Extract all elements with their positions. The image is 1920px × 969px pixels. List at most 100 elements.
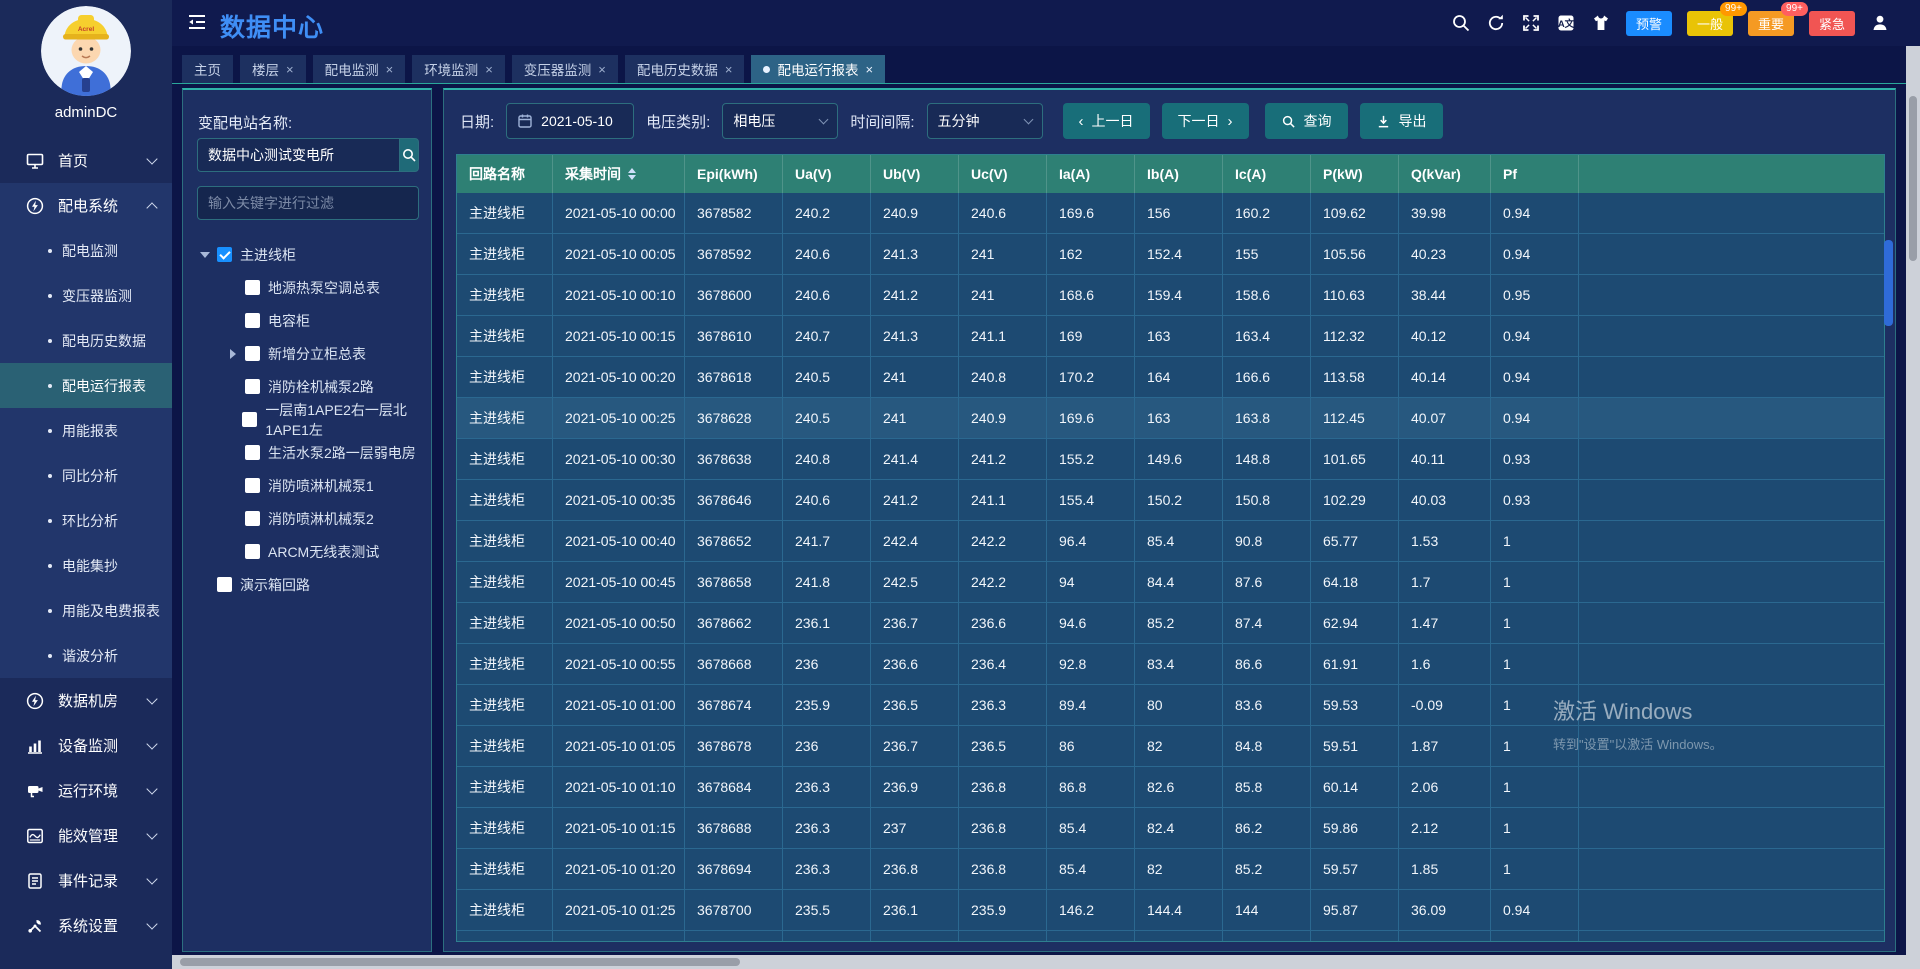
date-picker[interactable]: 2021-05-10 — [506, 103, 634, 139]
table-scrollbar-thumb[interactable] — [1884, 240, 1893, 326]
sidebar-item-配电系统[interactable]: 配电系统 — [0, 183, 172, 228]
tab-主页[interactable]: 主页 — [182, 55, 233, 83]
tree-node-地源热泵空调总表[interactable]: 地源热泵空调总表 — [183, 271, 431, 304]
sidebar-subitem-配电运行报表[interactable]: 配电运行报表 — [0, 363, 172, 408]
checkbox[interactable] — [245, 478, 260, 493]
tree-node-演示箱回路[interactable]: 演示箱回路 — [183, 568, 431, 601]
sidebar-subitem-用能报表[interactable]: 用能报表 — [0, 408, 172, 453]
tab-配电监测[interactable]: 配电监测× — [313, 55, 406, 83]
table-row[interactable]: 主进线柜2021-05-10 01:203678694236.3236.8236… — [457, 849, 1884, 890]
tree-node-新增分立柜总表[interactable]: 新增分立柜总表 — [183, 337, 431, 370]
station-input[interactable] — [197, 138, 399, 172]
user-icon[interactable] — [1870, 13, 1890, 33]
checkbox[interactable] — [217, 247, 232, 262]
search-icon[interactable] — [1451, 13, 1471, 33]
sidebar-item-首页[interactable]: 首页 — [0, 138, 172, 183]
table-row[interactable]: 主进线柜2021-05-10 01:103678684236.3236.9236… — [457, 767, 1884, 808]
close-icon[interactable]: × — [286, 62, 294, 77]
close-icon[interactable]: × — [386, 62, 394, 77]
sidebar-subitem-同比分析[interactable]: 同比分析 — [0, 453, 172, 498]
sidebar-item-数据机房[interactable]: 数据机房 — [0, 678, 172, 723]
export-button[interactable]: 导出 — [1360, 103, 1443, 139]
tree-node-电容柜[interactable]: 电容柜 — [183, 304, 431, 337]
sidebar-item-运行环境[interactable]: 运行环境 — [0, 768, 172, 813]
tab-变压器监测[interactable]: 变压器监测× — [512, 55, 618, 83]
sidebar-subitem-谐波分析[interactable]: 谐波分析 — [0, 633, 172, 678]
sidebar-subitem-电能集抄[interactable]: 电能集抄 — [0, 543, 172, 588]
column-header-采集时间[interactable]: 采集时间 — [553, 155, 685, 193]
table-row[interactable]: 主进线柜2021-05-10 00:153678610240.7241.3241… — [457, 316, 1884, 357]
tree-node-消防喷淋机械泵1[interactable]: 消防喷淋机械泵1 — [183, 469, 431, 502]
table-row[interactable]: 主进线柜2021-05-10 01:053678678236236.7236.5… — [457, 726, 1884, 767]
page-horizontal-scrollbar[interactable] — [0, 955, 1906, 969]
checkbox[interactable] — [245, 511, 260, 526]
theme-skin-icon[interactable] — [1591, 13, 1611, 33]
sidebar-item-设备监测[interactable]: 设备监测 — [0, 723, 172, 768]
table-row[interactable]: 主进线柜2021-05-10 00:503678662236.1236.7236… — [457, 603, 1884, 644]
table-row[interactable]: 主进线柜2021-05-10 00:353678646240.6241.2241… — [457, 480, 1884, 521]
table-row[interactable]: 主进线柜2021-05-10 00:403678652241.7242.4242… — [457, 521, 1884, 562]
fullscreen-icon[interactable] — [1521, 13, 1541, 33]
sidebar-item-事件记录[interactable]: 事件记录 — [0, 858, 172, 903]
caret-right-icon[interactable] — [225, 349, 241, 359]
close-icon[interactable]: × — [598, 62, 606, 77]
checkbox[interactable] — [217, 577, 232, 592]
table-row[interactable]: 主进线柜2021-05-10 01:253678700235.5236.1235… — [457, 890, 1884, 931]
alert-button-2[interactable]: 一般99+ — [1687, 11, 1733, 36]
tab-配电运行报表[interactable]: 配电运行报表× — [751, 55, 885, 83]
checkbox[interactable] — [245, 445, 260, 460]
checkbox[interactable] — [242, 412, 257, 427]
page-vertical-scrollbar[interactable] — [1906, 46, 1920, 955]
table-row[interactable]: 主进线柜2021-05-10 00:053678592240.6241.3241… — [457, 234, 1884, 275]
table-row[interactable]: 主进线柜2021-05-10 01:003678674235.9236.5236… — [457, 685, 1884, 726]
vertical-scroll-thumb[interactable] — [1909, 96, 1917, 261]
table-row[interactable]: 主进线柜2021-05-10 00:553678668236236.6236.4… — [457, 644, 1884, 685]
sidebar-subitem-用能及电费报表[interactable]: 用能及电费报表 — [0, 588, 172, 633]
next-day-button[interactable]: 下一日 › — [1162, 103, 1249, 139]
table-row[interactable]: 主进线柜2021-05-10 00:003678582240.2240.9240… — [457, 193, 1884, 234]
horizontal-scroll-thumb[interactable] — [180, 958, 740, 966]
alert-button-1[interactable]: 预警 — [1626, 11, 1672, 36]
table-row[interactable]: 主进线柜2021-05-10 00:453678658241.8242.5242… — [457, 562, 1884, 603]
tree-filter-input[interactable] — [197, 186, 419, 220]
close-icon[interactable]: × — [725, 62, 733, 77]
sort-icon[interactable] — [628, 168, 636, 180]
caret-down-icon[interactable] — [197, 252, 213, 258]
sidebar-subitem-环比分析[interactable]: 环比分析 — [0, 498, 172, 543]
tree-node-一层南1APE2右一层北1APE1左[interactable]: 一层南1APE2右一层北1APE1左 — [183, 403, 431, 436]
tab-环境监测[interactable]: 环境监测× — [412, 55, 505, 83]
checkbox[interactable] — [245, 346, 260, 361]
sidebar-item-能效管理[interactable]: 能效管理 — [0, 813, 172, 858]
table-row[interactable]: 主进线柜2021-05-10 00:103678600240.6241.2241… — [457, 275, 1884, 316]
tree-node-消防栓机械泵2路[interactable]: 消防栓机械泵2路 — [183, 370, 431, 403]
translate-icon[interactable]: A文 — [1556, 13, 1576, 33]
tree-node-ARCM无线表测试[interactable]: ARCM无线表测试 — [183, 535, 431, 568]
prev-day-button[interactable]: ‹ 上一日 — [1063, 103, 1150, 139]
table-row[interactable]: 主进线柜2021-05-10 00:203678618240.5241240.8… — [457, 357, 1884, 398]
sidebar-subitem-配电历史数据[interactable]: 配电历史数据 — [0, 318, 172, 363]
query-button[interactable]: 查询 — [1265, 103, 1348, 139]
alert-button-4[interactable]: 紧急 — [1809, 11, 1855, 36]
refresh-icon[interactable] — [1486, 13, 1506, 33]
close-icon[interactable]: × — [865, 62, 873, 77]
checkbox[interactable] — [245, 544, 260, 559]
menu-collapse-icon[interactable] — [186, 13, 208, 33]
interval-select[interactable]: 五分钟 — [927, 103, 1043, 139]
table-row[interactable]: 主进线柜2021-05-10 01:153678688236.3237236.8… — [457, 808, 1884, 849]
table-row[interactable]: 主进线柜2021-05-10 00:253678628240.5241240.9… — [457, 398, 1884, 439]
tree-node-消防喷淋机械泵2[interactable]: 消防喷淋机械泵2 — [183, 502, 431, 535]
tree-node-主进线柜[interactable]: 主进线柜 — [183, 238, 431, 271]
sidebar-item-系统设置[interactable]: 系统设置 — [0, 903, 172, 948]
checkbox[interactable] — [245, 280, 260, 295]
checkbox[interactable] — [245, 379, 260, 394]
alert-button-3[interactable]: 重要99+ — [1748, 11, 1794, 36]
table-row[interactable]: 主进线柜2021-05-10 00:303678638240.8241.4241… — [457, 439, 1884, 480]
tree-node-生活水泵2路一层弱电房[interactable]: 生活水泵2路一层弱电房 — [183, 436, 431, 469]
voltage-select[interactable]: 相电压 — [722, 103, 838, 139]
sidebar-subitem-变压器监测[interactable]: 变压器监测 — [0, 273, 172, 318]
sidebar-subitem-配电监测[interactable]: 配电监测 — [0, 228, 172, 273]
close-icon[interactable]: × — [485, 62, 493, 77]
tab-楼层[interactable]: 楼层× — [240, 55, 306, 83]
tab-配电历史数据[interactable]: 配电历史数据× — [625, 55, 745, 83]
checkbox[interactable] — [245, 313, 260, 328]
